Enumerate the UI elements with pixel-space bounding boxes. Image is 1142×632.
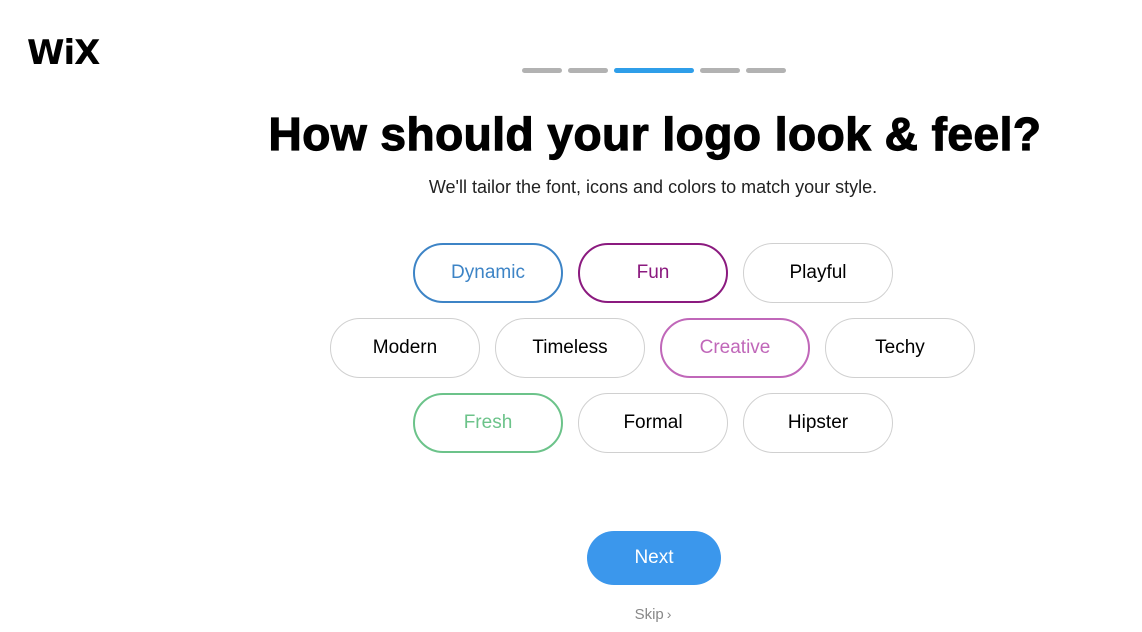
- progress-step-1: [522, 68, 562, 73]
- style-option-label: Techy: [875, 337, 925, 358]
- style-option-hipster[interactable]: Hipster: [743, 393, 893, 453]
- page-title: How should your logo look & feel?: [268, 107, 1042, 160]
- progress-step-4: [700, 68, 740, 73]
- page-subtitle: We'll tailor the font, icons and colors …: [428, 177, 878, 197]
- skip-link[interactable]: Skip ›: [0, 606, 1142, 623]
- style-option-label: Creative: [699, 337, 771, 358]
- chevron-right-icon: ›: [666, 606, 672, 622]
- style-option-dynamic[interactable]: Dynamic: [413, 243, 563, 303]
- next-button-label: Next: [634, 547, 674, 568]
- style-option-label: Timeless: [532, 337, 608, 358]
- style-option-fresh[interactable]: Fresh: [413, 393, 563, 453]
- style-option-modern[interactable]: Modern: [330, 318, 480, 378]
- style-option-creative[interactable]: Creative: [660, 318, 810, 378]
- skip-label: Skip: [634, 606, 664, 623]
- style-option-label: Playful: [789, 262, 847, 283]
- next-button[interactable]: Next: [587, 531, 721, 585]
- progress-step-2: [568, 68, 608, 73]
- style-option-label: Hipster: [787, 412, 849, 433]
- style-option-timeless[interactable]: Timeless: [495, 318, 645, 378]
- style-option-label: Fun: [636, 262, 670, 283]
- style-option-label: Fresh: [463, 412, 513, 433]
- progress-step-3-current: [614, 68, 694, 73]
- style-option-formal[interactable]: Formal: [578, 393, 728, 453]
- wix-logo[interactable]: WiX: [27, 33, 100, 73]
- style-option-techy[interactable]: Techy: [825, 318, 975, 378]
- style-option-label: Formal: [623, 412, 683, 433]
- step-progress: [522, 68, 786, 73]
- style-option-label: Dynamic: [451, 262, 525, 283]
- style-option-label: Modern: [372, 337, 438, 358]
- progress-step-5: [746, 68, 786, 73]
- style-option-playful[interactable]: Playful: [743, 243, 893, 303]
- style-option-fun[interactable]: Fun: [578, 243, 728, 303]
